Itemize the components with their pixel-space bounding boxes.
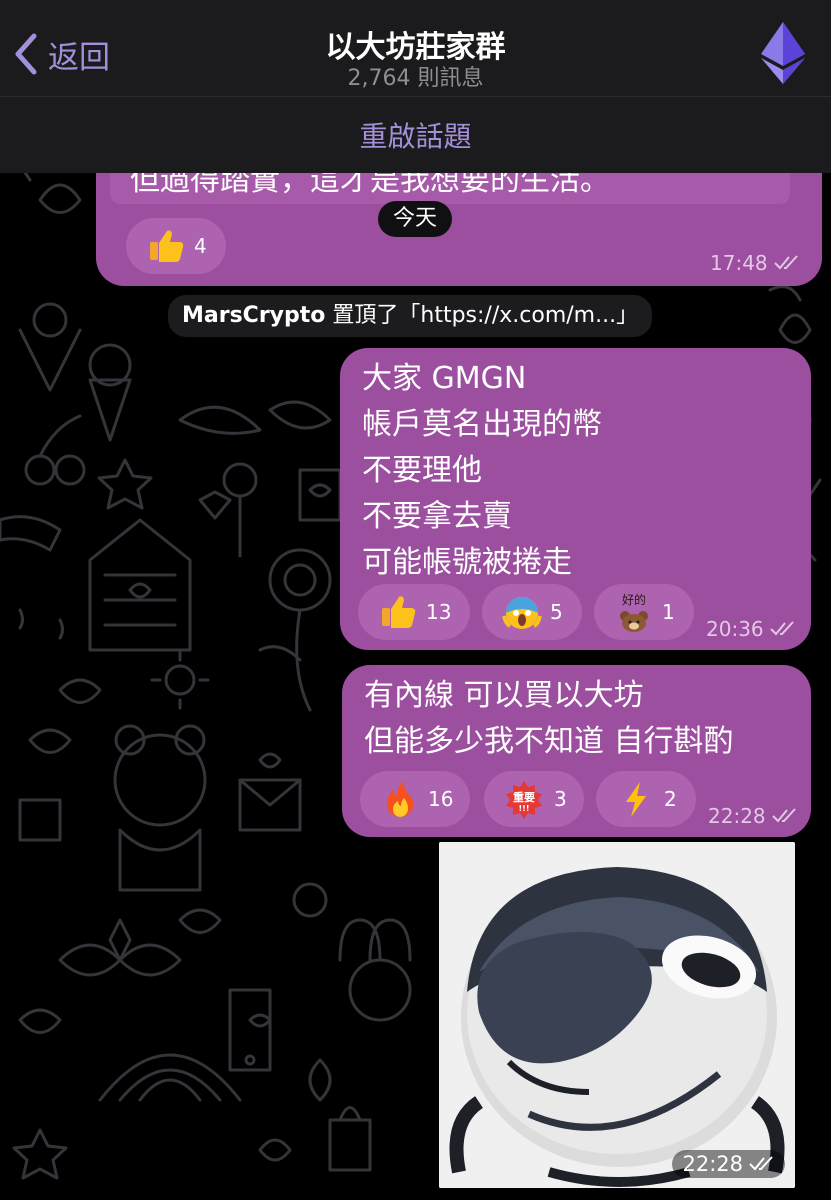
double-check-icon [749,1156,773,1171]
double-check-icon [769,621,794,636]
double-check-icon [773,255,798,270]
message-time: 22:28 [708,804,798,828]
reaction-count: 16 [428,787,454,811]
pin-service-message[interactable]: MarsCrypto 置頂了「https://x.com/m...」 [168,295,653,337]
reaction-thumbs-up[interactable]: 4 [126,218,226,274]
photo-message[interactable]: 22:28 [439,842,795,1188]
reaction-count: 4 [194,234,207,258]
reaction-bear-sticker[interactable]: 好的 1 [594,584,694,640]
message-time: 17:48 [710,251,800,275]
date-pill-label: 今天 [392,206,437,231]
message-line: 大家 GMGN [362,361,527,396]
blob-meme-image [439,842,795,1188]
lightning-icon [626,782,646,817]
reaction-count: 3 [554,787,567,811]
reaction-screaming-face[interactable]: 5 [482,584,582,640]
message-line: 不要理他 [362,453,482,488]
message-time: 20:36 [706,617,796,641]
fire-icon [386,781,414,817]
message-line: 不要拿去賣 [362,499,512,534]
message-bubble[interactable]: 大家 GMGN 帳戶莫名出現的幣 不要理他 不要拿去賣 可能帳號被捲走 13 5… [340,348,811,650]
important-sticker-icon: 重要 !!! [506,781,542,819]
svg-text:!!!: !!! [519,804,530,813]
date-pill: 今天 [378,201,452,237]
message-line: 可能帳號被捲走 [362,545,572,580]
message-bubble[interactable]: 有內線 可以買以大坊 但能多少我不知道 自行斟酌 16 重要 !!! 3 2 2… [342,665,811,837]
message-line: 有內線 可以買以大坊 [364,678,644,713]
reaction-count: 2 [664,787,677,811]
reaction-important-sticker[interactable]: 重要 !!! 3 [484,771,584,827]
thumbs-up-icon [382,596,416,628]
photo-time: 22:28 [672,1150,785,1178]
sticker-text: 重要 [513,790,535,804]
restart-topic-button[interactable]: 重啟話題 [0,115,831,155]
service-action: 置頂了「https://x.com/m...」 [325,303,639,328]
message-text: 有內線 可以買以大坊 但能多少我不知道 自行斟酌 [364,673,734,765]
thumbs-up-icon [150,230,184,262]
ethereum-logo-icon[interactable] [755,22,811,84]
reaction-lightning[interactable]: 2 [596,771,696,827]
message-text: 大家 GMGN 帳戶莫名出現的幣 不要理他 不要拿去賣 可能帳號被捲走 [362,356,602,586]
reaction-count: 1 [662,600,675,624]
reaction-thumbs-up[interactable]: 13 [358,584,470,640]
screaming-face-icon [502,597,542,629]
message-count: 2,764 則訊息 [347,66,484,91]
service-user[interactable]: MarsCrypto [182,303,325,328]
bear-sticker-icon: 好的 [620,592,648,632]
sticker-text: 好的 [622,592,646,607]
topic-bar: 重啟話題 [0,96,831,173]
reaction-count: 5 [550,600,563,624]
reaction-count: 13 [426,600,452,624]
double-check-icon [771,808,796,823]
chat-header: 返回 以大坊莊家群 2,764 則訊息 [0,0,831,96]
message-line: 帳戶莫名出現的幣 [362,407,602,442]
message-line: 但能多少我不知道 自行斟酌 [364,724,734,759]
reaction-fire[interactable]: 16 [360,771,470,827]
